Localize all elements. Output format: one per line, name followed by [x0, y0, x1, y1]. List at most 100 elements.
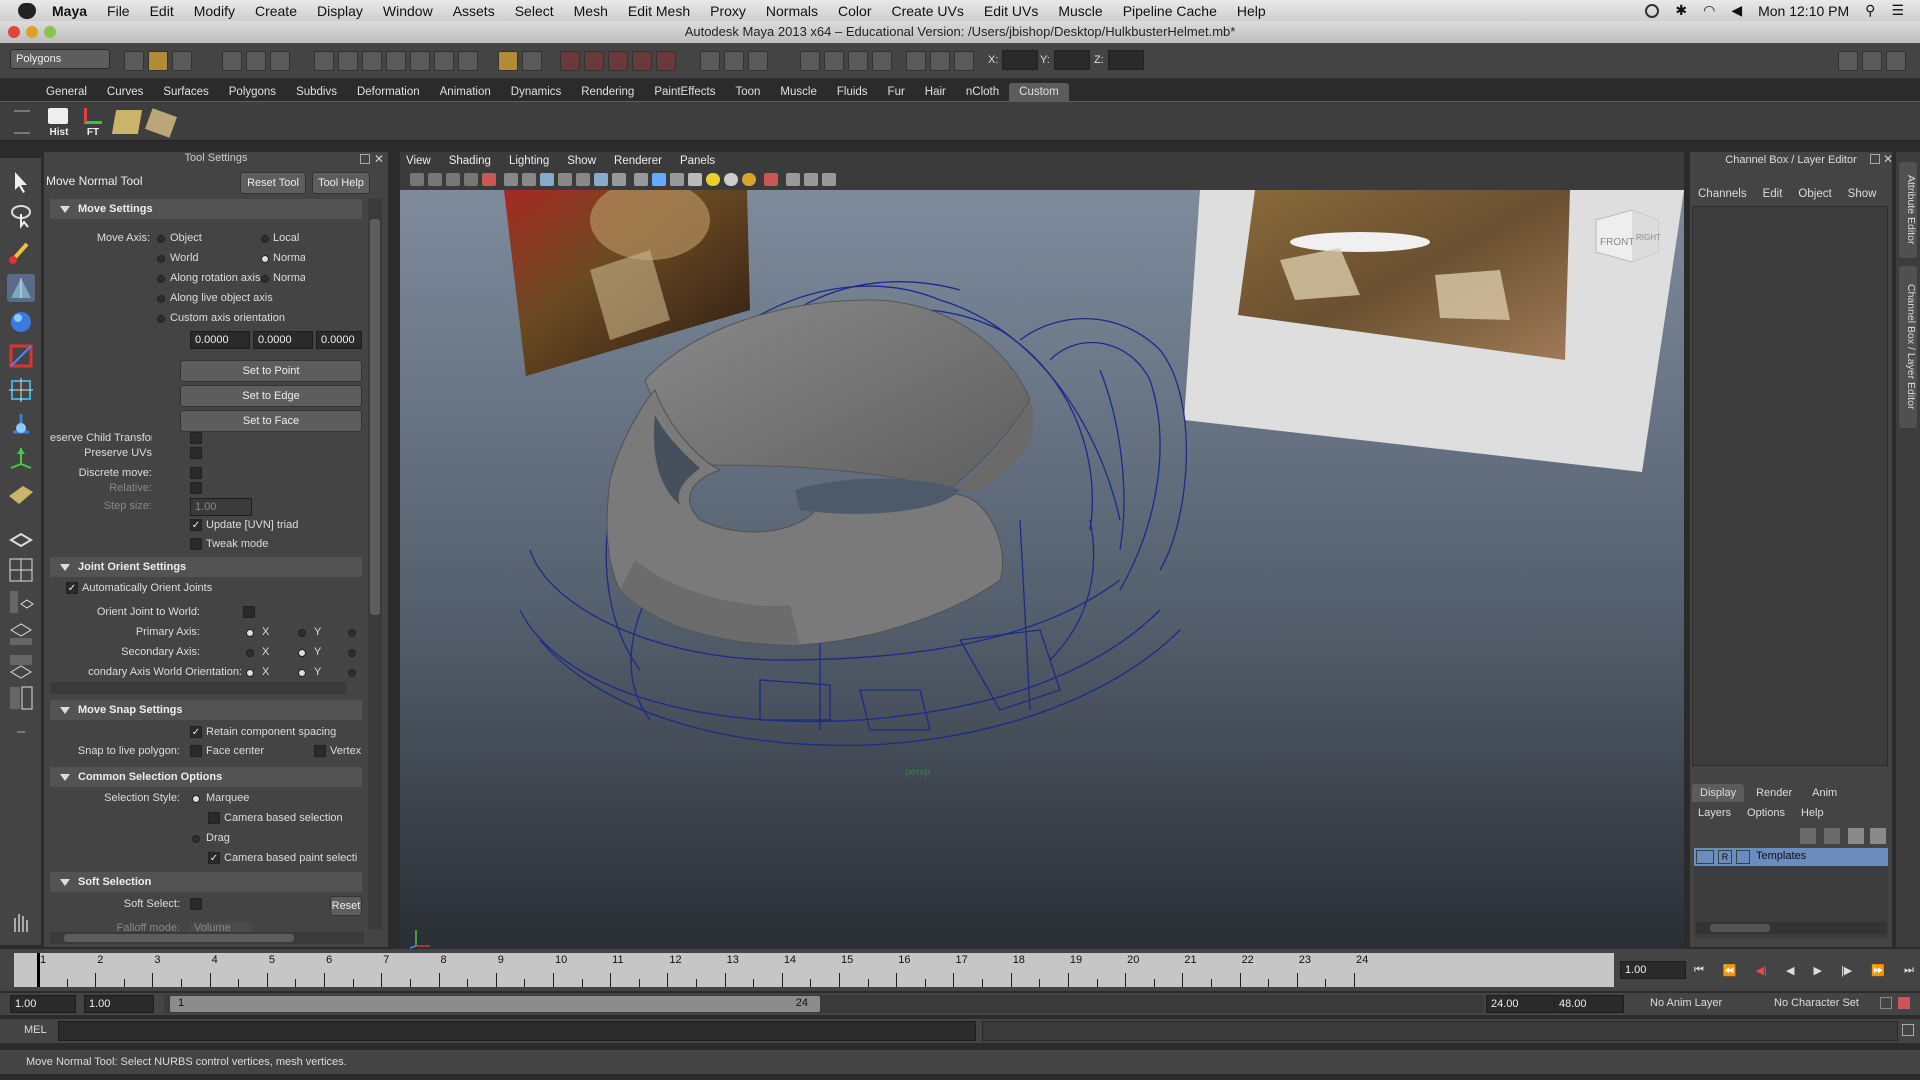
- field-chart-icon[interactable]: [576, 173, 590, 186]
- gate-mask-icon[interactable]: [558, 173, 572, 186]
- new-scene-icon[interactable]: [124, 51, 144, 71]
- tool-help-button[interactable]: Tool Help: [312, 172, 370, 194]
- shelf-tab-fur[interactable]: Fur: [878, 83, 915, 101]
- toolbox-more-icon[interactable]: [7, 718, 35, 746]
- float-panel-icon[interactable]: [360, 154, 370, 164]
- make-live-icon[interactable]: [434, 51, 454, 71]
- select-by-component-type-icon[interactable]: [270, 51, 290, 71]
- select-by-object-type-icon[interactable]: [246, 51, 266, 71]
- shelf-tab-fluids[interactable]: Fluids: [827, 83, 878, 101]
- snap-curve-icon[interactable]: [362, 51, 382, 71]
- tool-settings-v-scrollbar[interactable]: [368, 199, 382, 929]
- close-window-button[interactable]: [8, 26, 20, 38]
- select-by-hierarchy-icon[interactable]: [222, 51, 242, 71]
- go-to-end-icon[interactable]: ⏭: [1904, 964, 1914, 977]
- show-channel-box-icon[interactable]: [1886, 51, 1906, 71]
- y-field[interactable]: [1054, 50, 1090, 70]
- menu-set-select[interactable]: Polygons: [10, 49, 110, 69]
- range-slider-track[interactable]: 1 24: [164, 995, 1484, 1013]
- minimize-window-button[interactable]: [26, 26, 38, 38]
- render-view-icon[interactable]: [700, 51, 720, 71]
- soft-select-reset-button[interactable]: Reset: [330, 896, 362, 916]
- persp-graph-layout-icon[interactable]: [7, 620, 35, 648]
- move-normal-tool-icon[interactable]: [7, 274, 35, 302]
- show-manipulator-icon[interactable]: [7, 444, 35, 472]
- discrete-move-checkbox[interactable]: [190, 467, 202, 479]
- help-icon[interactable]: [458, 51, 478, 71]
- hypershade-icon[interactable]: [656, 51, 676, 71]
- show-tool-settings-icon[interactable]: [1862, 51, 1882, 71]
- menu-file[interactable]: File: [107, 3, 130, 19]
- xray-joints-icon[interactable]: [804, 173, 818, 186]
- render-current-frame-icon[interactable]: [584, 51, 604, 71]
- camera-attributes-icon[interactable]: [428, 173, 442, 186]
- secondary-world-x-radio[interactable]: [246, 669, 254, 677]
- shelf-tab-dynamics[interactable]: Dynamics: [501, 83, 571, 101]
- clock[interactable]: Mon 12:10 PM: [1758, 3, 1849, 19]
- new-layer-from-selected-icon[interactable]: [1870, 828, 1886, 844]
- shelf-button-ft[interactable]: FT: [78, 106, 108, 138]
- layer-tab-render[interactable]: Render: [1744, 784, 1804, 802]
- show-attribute-editor-icon[interactable]: [1838, 51, 1858, 71]
- time-machine-icon[interactable]: [1645, 3, 1660, 18]
- secondary-x-radio[interactable]: [246, 649, 254, 657]
- shelf-tab-polygons[interactable]: Polygons: [219, 83, 286, 101]
- ipr-render-icon[interactable]: [608, 51, 628, 71]
- menu-pipeline-cache[interactable]: Pipeline Cache: [1123, 3, 1217, 19]
- selection-mask-icon[interactable]: [314, 51, 334, 71]
- layer-menu-layers[interactable]: Layers: [1698, 807, 1731, 819]
- spotlight-search-icon[interactable]: ⚲: [1865, 2, 1875, 19]
- hypershade-persp-layout-icon[interactable]: [7, 652, 35, 680]
- layer-list-h-scrollbar[interactable]: [1696, 922, 1886, 934]
- channel-box-close-icon[interactable]: ✕: [1883, 152, 1893, 166]
- marquee-radio[interactable]: [192, 795, 200, 803]
- face-center-checkbox[interactable]: [190, 745, 202, 757]
- range-slider-handle[interactable]: 1 24: [170, 996, 820, 1012]
- soft-select-checkbox[interactable]: [190, 898, 202, 910]
- current-time-indicator[interactable]: [37, 953, 40, 987]
- menu-assets[interactable]: Assets: [453, 3, 495, 19]
- notification-list-icon[interactable]: ☰: [1891, 2, 1904, 19]
- menu-edit-mesh[interactable]: Edit Mesh: [628, 3, 690, 19]
- x-field[interactable]: [1002, 50, 1038, 70]
- menu-select[interactable]: Select: [515, 3, 554, 19]
- channel-box-menu-object[interactable]: Object: [1798, 188, 1831, 200]
- shelf-tab-general[interactable]: General: [36, 83, 97, 101]
- playback-start-field[interactable]: 1.00: [84, 995, 154, 1013]
- falloff-mode-select[interactable]: Volume: [190, 922, 252, 932]
- layer-display-type-toggle[interactable]: R: [1718, 850, 1732, 864]
- hand-icon[interactable]: [7, 908, 35, 936]
- sidebar-toggle-icon[interactable]: [824, 51, 844, 71]
- menu-create-uvs[interactable]: Create UVs: [892, 3, 964, 19]
- isolate-select-icon[interactable]: [764, 173, 778, 186]
- close-panel-icon[interactable]: ✕: [374, 152, 384, 166]
- scale-tool-icon[interactable]: [7, 342, 35, 370]
- attribute-editor-tab[interactable]: Attribute Editor: [1899, 162, 1917, 258]
- shelf-tab-subdivs[interactable]: Subdivs: [286, 83, 347, 101]
- layer-menu-help[interactable]: Help: [1801, 807, 1824, 819]
- move-layer-up-icon[interactable]: [1800, 828, 1816, 844]
- shelf-tab-hair[interactable]: Hair: [915, 83, 956, 101]
- viewport-menu-panels[interactable]: Panels: [680, 152, 715, 170]
- move-settings-header[interactable]: Move Settings: [50, 199, 362, 219]
- current-frame-field[interactable]: 1.00: [1620, 961, 1686, 979]
- paint-select-tool-icon[interactable]: [7, 238, 35, 266]
- secondary-y-radio[interactable]: [298, 649, 306, 657]
- menu-proxy[interactable]: Proxy: [710, 3, 746, 19]
- menu-edit[interactable]: Edit: [150, 3, 174, 19]
- persp-outliner-layout-icon[interactable]: [7, 588, 35, 616]
- wifi-icon[interactable]: ◠: [1703, 2, 1715, 19]
- persp-uv-layout-icon[interactable]: [7, 684, 35, 712]
- retain-spacing-checkbox[interactable]: ✓: [190, 726, 202, 738]
- reset-tool-button[interactable]: Reset Tool: [240, 172, 306, 194]
- tweak-mode-checkbox[interactable]: [190, 538, 202, 550]
- zoom-window-button[interactable]: [44, 26, 56, 38]
- step-forward-key-icon[interactable]: ⏩: [1871, 964, 1885, 977]
- shelf-tab-ncloth[interactable]: nCloth: [956, 83, 1009, 101]
- auto-orient-checkbox[interactable]: ✓: [66, 582, 78, 594]
- use-all-lights-icon[interactable]: [706, 173, 720, 186]
- textured-icon[interactable]: [688, 173, 702, 186]
- xray-components-icon[interactable]: [822, 173, 836, 186]
- drag-radio[interactable]: [192, 835, 200, 843]
- ambient-occlusion-icon[interactable]: [742, 173, 756, 186]
